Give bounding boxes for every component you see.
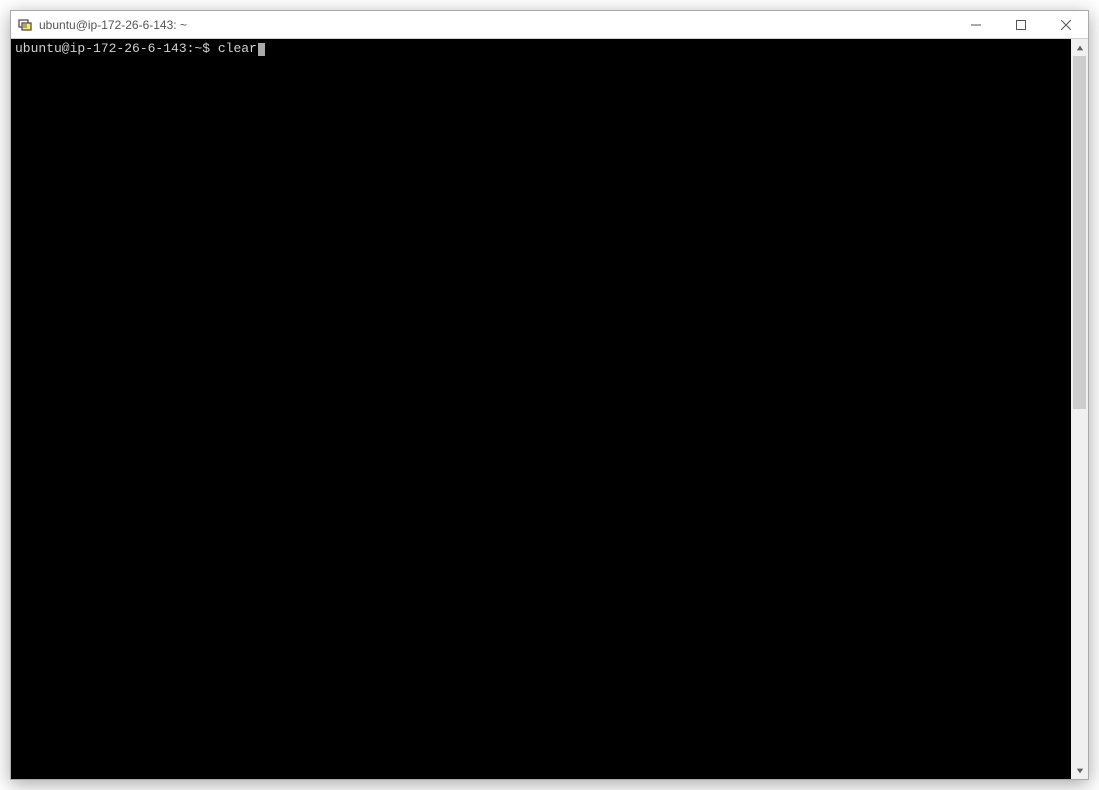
titlebar[interactable]: ubuntu@ip-172-26-6-143: ~ [11,11,1088,39]
cursor-icon [258,43,265,56]
typed-command: clear [218,41,257,56]
scroll-down-button[interactable] [1071,762,1088,779]
close-button[interactable] [1043,11,1088,38]
prompt-line: ubuntu@ip-172-26-6-143:~$ clear [15,41,1067,56]
scroll-track[interactable] [1071,56,1088,762]
maximize-button[interactable] [998,11,1043,38]
vertical-scrollbar[interactable] [1071,39,1088,779]
minimize-button[interactable] [953,11,998,38]
window-title: ubuntu@ip-172-26-6-143: ~ [39,18,953,32]
scroll-up-button[interactable] [1071,39,1088,56]
scroll-thumb[interactable] [1073,56,1086,409]
putty-icon [17,17,33,33]
window-controls [953,11,1088,38]
shell-prompt: ubuntu@ip-172-26-6-143:~$ [15,41,218,56]
terminal[interactable]: ubuntu@ip-172-26-6-143:~$ clear [11,39,1071,779]
putty-window: ubuntu@ip-172-26-6-143: ~ ubuntu@ip-172-… [10,10,1089,780]
terminal-area: ubuntu@ip-172-26-6-143:~$ clear [11,39,1088,779]
